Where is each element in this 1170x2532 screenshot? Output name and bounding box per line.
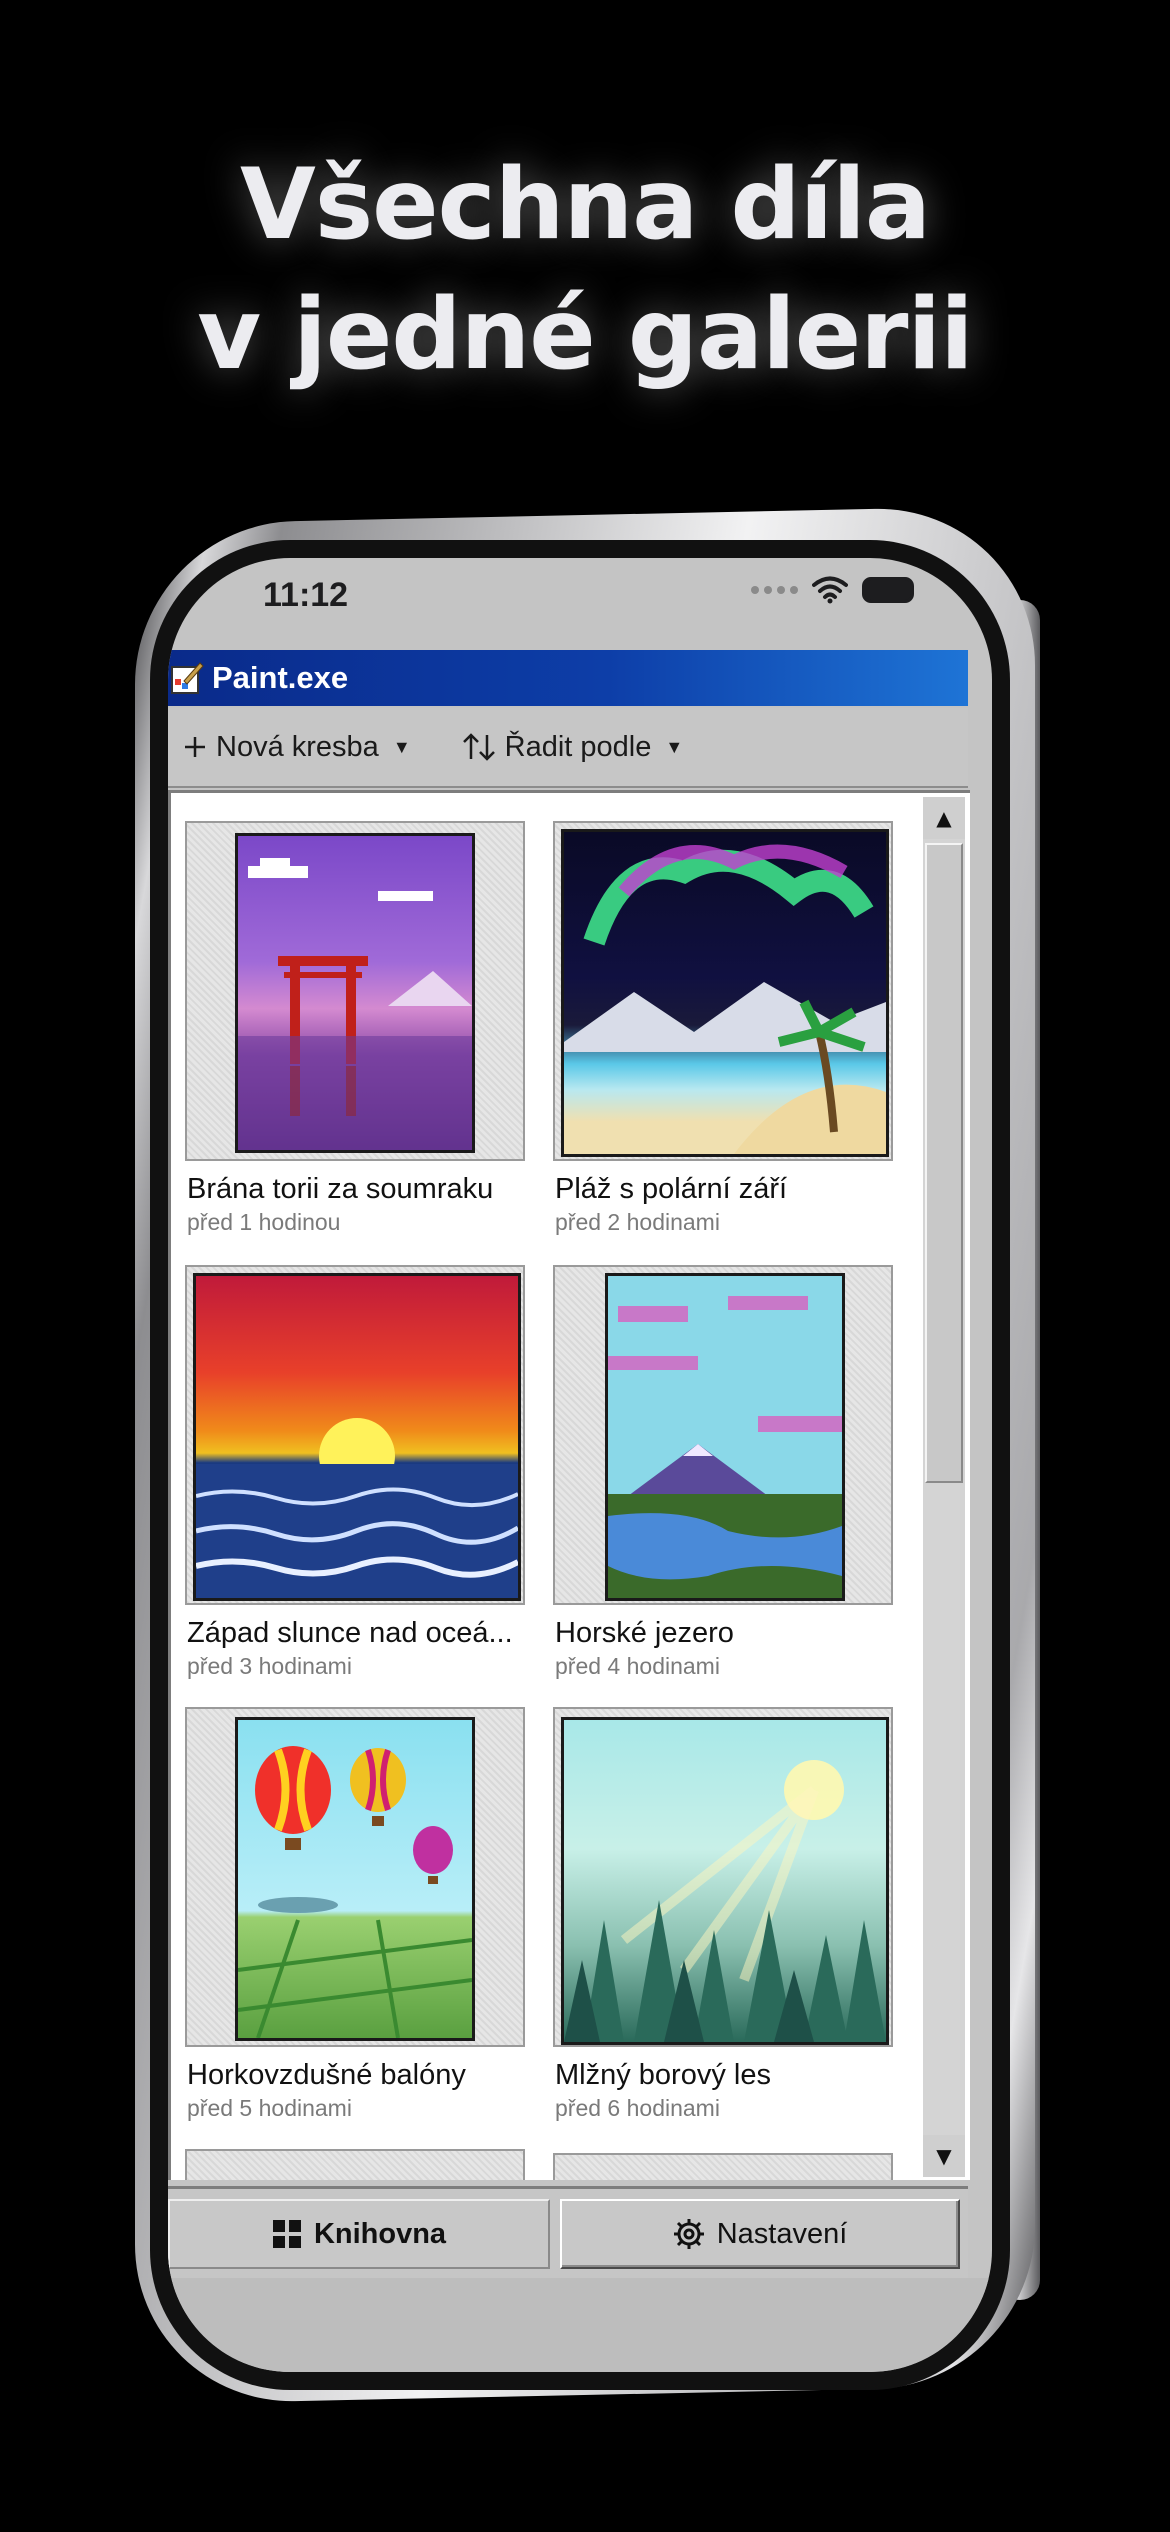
artwork-timestamp: před 3 hodinami xyxy=(187,1653,352,1679)
artwork-title: Brána torii za soumraku xyxy=(187,1173,494,1205)
phone-screen: 11:12 Paint.exe Nová kresba ▼ Řadit podl… xyxy=(168,558,992,2372)
ocean-sunset-art xyxy=(196,1418,518,1598)
scrollbar[interactable]: ▲ ▼ xyxy=(923,797,965,2177)
hot-air-balloons-art xyxy=(238,1746,472,2038)
artwork-timestamp: před 2 hodinami xyxy=(555,1209,720,1235)
chevron-down-icon: ▼ xyxy=(665,736,684,757)
artwork-thumbnail[interactable] xyxy=(553,1707,893,2047)
artwork-title: Horské jezero xyxy=(555,1617,734,1649)
artwork-thumbnail[interactable] xyxy=(553,821,893,1161)
headline-line-2: v jedné galerii xyxy=(197,278,973,392)
new-drawing-label: Nová kresba xyxy=(216,730,379,763)
paint-app-icon xyxy=(171,662,204,694)
scroll-down-icon[interactable]: ▼ xyxy=(923,2135,965,2177)
tab-settings[interactable]: Nastavení xyxy=(560,2199,960,2269)
headline-line-1: Všechna díla xyxy=(240,148,931,262)
artwork-thumbnail-partial[interactable] xyxy=(185,2149,525,2180)
artwork-thumbnail[interactable] xyxy=(185,821,525,1161)
grid-icon xyxy=(272,2220,301,2248)
wifi-icon xyxy=(812,576,848,604)
tab-library-label: Knihovna xyxy=(313,2217,447,2250)
status-icons xyxy=(751,576,914,604)
signal-dots-icon xyxy=(751,586,798,594)
artwork-title: Západ slunce nad oceá... xyxy=(187,1617,513,1649)
artwork-thumbnail-partial[interactable] xyxy=(553,2153,893,2180)
chevron-down-icon: ▼ xyxy=(392,736,411,757)
scroll-up-icon[interactable]: ▲ xyxy=(923,797,965,839)
aurora-beach-art xyxy=(564,844,886,1154)
status-time: 11:12 xyxy=(263,576,349,614)
mountain-lake-art xyxy=(608,1296,842,1598)
tab-library[interactable]: Knihovna xyxy=(168,2199,550,2269)
artwork-title: Mlžný borový les xyxy=(555,2059,771,2091)
window-titlebar: Paint.exe xyxy=(168,650,968,706)
artwork-thumbnail[interactable] xyxy=(553,1265,893,1605)
artwork-timestamp: před 6 hodinami xyxy=(555,2095,720,2121)
artwork-image xyxy=(235,833,475,1153)
artwork-title: Pláž s polární září xyxy=(555,1173,788,1205)
artwork-title: Horkovzdušné balóny xyxy=(187,2059,466,2091)
artwork-timestamp: před 5 hodinami xyxy=(187,2095,352,2121)
artwork-timestamp: před 1 hodinou xyxy=(187,1209,341,1235)
tab-settings-label: Nastavení xyxy=(716,2217,848,2250)
plus-icon xyxy=(185,737,205,757)
toolbar: Nová kresba ▼ Řadit podle ▼ xyxy=(168,708,968,788)
sort-label: Řadit podle xyxy=(504,730,652,763)
artwork-image xyxy=(605,1273,845,1601)
artwork-image xyxy=(561,829,889,1157)
artwork-thumbnail[interactable] xyxy=(185,1265,525,1605)
scrollbar-thumb[interactable] xyxy=(925,843,963,1483)
headline: Všechna díla v jedné galerii xyxy=(0,140,1170,400)
bottom-tab-bar: Knihovna Nastavení xyxy=(168,2186,968,2279)
new-drawing-button[interactable]: Nová kresba ▼ xyxy=(182,731,411,764)
sort-button[interactable]: Řadit podle ▼ xyxy=(461,730,684,764)
battery-icon xyxy=(862,577,914,603)
screen-bottom xyxy=(168,2278,992,2372)
artwork-image xyxy=(561,1717,889,2045)
artwork-image xyxy=(193,1273,521,1601)
gallery-grid: Brána torii za soumraku před 1 hodinou P xyxy=(168,790,970,2180)
artwork-timestamp: před 4 hodinami xyxy=(555,1653,720,1679)
artwork-image xyxy=(235,1717,475,2041)
artwork-thumbnail[interactable] xyxy=(185,1707,525,2047)
sort-arrows-icon xyxy=(462,733,495,761)
torii-gate-art xyxy=(238,858,472,1150)
gear-icon xyxy=(673,2219,704,2249)
window-title: Paint.exe xyxy=(212,660,349,695)
misty-pine-forest-art xyxy=(564,1760,886,2042)
